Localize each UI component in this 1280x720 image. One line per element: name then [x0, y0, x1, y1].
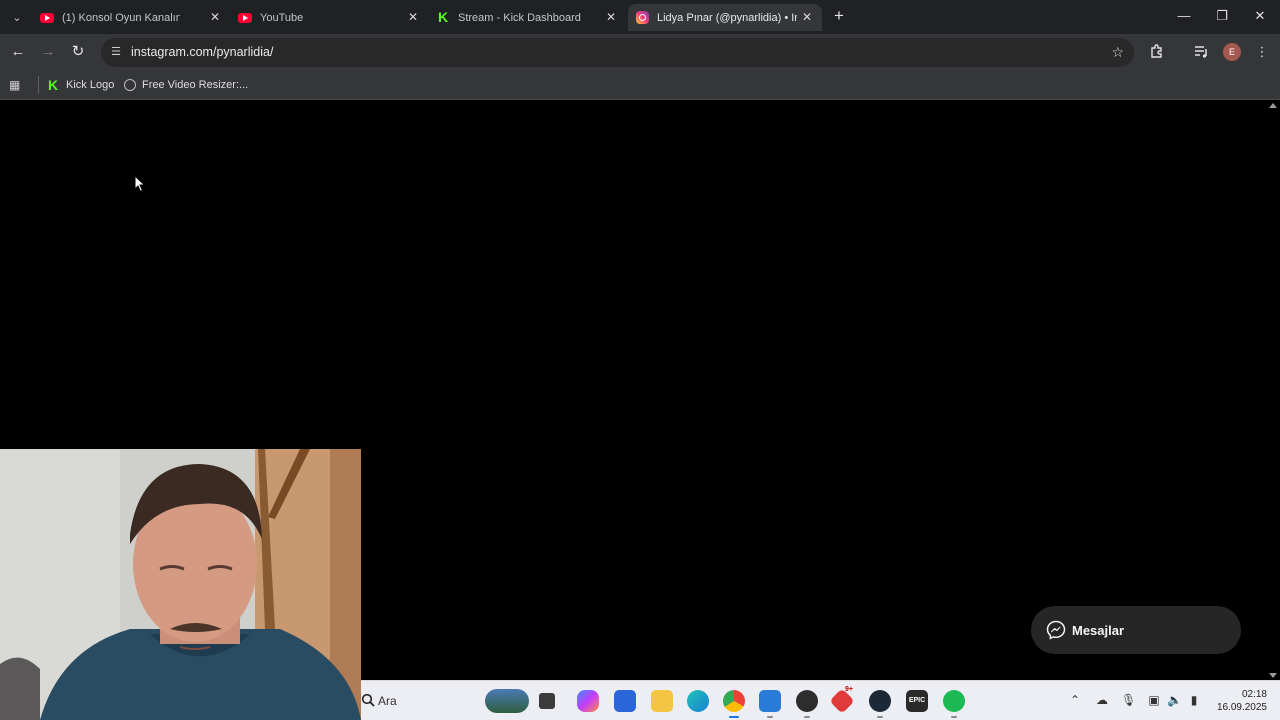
kick-icon: K: [438, 9, 449, 25]
cloud-icon[interactable]: ☁: [1095, 693, 1109, 707]
address-bar[interactable]: ☰ instagram.com/pynarlidia/ ☆: [101, 38, 1134, 67]
chevron-down-icon: ⌄: [12, 11, 22, 24]
search-icon[interactable]: [361, 693, 375, 707]
taskbar-clock[interactable]: 02:18 16.09.2025: [1211, 688, 1267, 714]
profile-avatar[interactable]: E: [1223, 43, 1241, 61]
running-app-indicator: [951, 716, 957, 718]
site-settings-icon[interactable]: ☰: [109, 45, 123, 59]
chrome-icon[interactable]: [723, 690, 745, 718]
running-app-indicator: [767, 716, 773, 718]
running-app-indicator: [877, 716, 883, 718]
bookmark-label: Free Video Resizer:...: [142, 79, 249, 91]
tab-instagram[interactable]: Lidya Pınar (@pynarlidia) • Insta ✕: [628, 4, 822, 31]
menu-button[interactable]: ⋮: [1253, 43, 1271, 61]
copilot-icon[interactable]: [577, 690, 599, 712]
screen: ⌄ (1) Konsol Oyun Kanalının C ✕ YouTube …: [0, 0, 1280, 720]
edge-icon[interactable]: [687, 690, 709, 712]
windows-taskbar: Ara 9+ EPIC ⌃ ☁ 🎙 ▣ 🔈 ▮ 02:18 16.09.2025: [361, 680, 1280, 720]
tab-title: (1) Konsol Oyun Kanalının C: [62, 11, 180, 24]
clock-date: 16.09.2025: [1216, 702, 1267, 713]
bookmark-label: Kick Logo: [66, 79, 115, 91]
forward-button[interactable]: →: [38, 42, 58, 62]
back-button[interactable]: ←: [8, 42, 28, 62]
network-icon[interactable]: ▣: [1147, 693, 1161, 707]
microphone-icon[interactable]: 🎙: [1121, 693, 1136, 707]
globe-icon: [124, 79, 136, 91]
restore-button[interactable]: ❐: [1212, 7, 1232, 25]
webcam-feed-image: [0, 449, 361, 720]
monitor-app-icon[interactable]: [759, 690, 781, 718]
steam-icon[interactable]: [869, 690, 891, 718]
store-icon[interactable]: [614, 690, 636, 712]
extensions-button[interactable]: [1148, 43, 1166, 61]
widgets-weather-icon[interactable]: [485, 689, 529, 713]
active-app-indicator: [729, 716, 739, 718]
arrow-right-icon: →: [40, 43, 56, 60]
tab-title: YouTube: [260, 11, 304, 24]
playlist-icon: [1195, 46, 1207, 58]
bookmarks-divider: [38, 76, 39, 94]
instagram-icon: [636, 11, 649, 24]
restore-icon: ❐: [1216, 8, 1228, 23]
clock-time: 02:18: [1241, 689, 1267, 700]
close-icon[interactable]: ✕: [406, 10, 420, 24]
youtube-icon: [238, 12, 252, 23]
notification-badge: 9+: [845, 686, 853, 693]
running-app-indicator: [804, 716, 810, 718]
scroll-up-icon[interactable]: [1269, 103, 1277, 108]
media-controls-button[interactable]: [1192, 43, 1210, 61]
url-text: instagram.com/pynarlidia/: [131, 45, 274, 59]
reload-icon: ↻: [71, 43, 85, 60]
arrow-left-icon: ←: [10, 43, 26, 60]
tab-konsol-oyun[interactable]: (1) Konsol Oyun Kanalının C ✕: [34, 4, 230, 31]
puzzle-icon: [1151, 44, 1162, 58]
new-tab-button[interactable]: +: [830, 7, 848, 25]
spotify-icon[interactable]: [943, 690, 965, 718]
close-icon: ✕: [1254, 8, 1266, 23]
bookmark-kick-logo[interactable]: K Kick Logo: [48, 77, 114, 93]
minimize-icon: —: [1177, 8, 1191, 23]
bookmark-star-icon[interactable]: ☆: [1111, 44, 1124, 61]
task-view-icon[interactable]: [539, 693, 555, 709]
webcam-overlay: [0, 449, 361, 720]
tab-search-button[interactable]: ⌄: [6, 6, 28, 28]
close-icon[interactable]: ✕: [208, 10, 222, 24]
minimize-button[interactable]: —: [1174, 7, 1194, 25]
chevron-up-icon[interactable]: ⌃: [1068, 693, 1082, 707]
page-scrollbar[interactable]: [1267, 101, 1280, 680]
apps-grid-icon[interactable]: ▦: [9, 78, 23, 92]
epic-games-icon[interactable]: EPIC: [906, 690, 928, 712]
battery-icon[interactable]: ▮: [1187, 693, 1201, 707]
plus-icon: +: [834, 6, 844, 25]
reload-button[interactable]: ↻: [68, 42, 88, 62]
tab-title: Lidya Pınar (@pynarlidia) • Insta: [657, 11, 797, 24]
close-window-button[interactable]: ✕: [1250, 7, 1270, 25]
messenger-icon: [1046, 620, 1066, 640]
messages-button[interactable]: Mesajlar: [1031, 606, 1241, 654]
youtube-icon: [40, 12, 54, 23]
volume-icon[interactable]: 🔈: [1167, 693, 1182, 707]
obs-icon[interactable]: [796, 690, 818, 718]
bookmark-free-video-resizer[interactable]: Free Video Resizer:...: [124, 77, 248, 93]
browser-toolbar: ← → ↻ ☰ instagram.com/pynarlidia/ ☆ E ⋮: [0, 34, 1280, 70]
file-explorer-icon[interactable]: [651, 690, 673, 712]
tab-youtube[interactable]: YouTube ✕: [232, 4, 428, 31]
close-icon[interactable]: ✕: [800, 10, 814, 24]
taskbar-search-label[interactable]: Ara: [378, 694, 397, 708]
more-vertical-icon: ⋮: [1255, 44, 1269, 59]
tab-title: Stream - Kick Dashboard: [458, 11, 581, 24]
bookmarks-bar: ▦ K Kick Logo Free Video Resizer:...: [0, 70, 1280, 100]
tab-strip: ⌄ (1) Konsol Oyun Kanalının C ✕ YouTube …: [0, 0, 1280, 34]
kick-icon: K: [48, 76, 59, 93]
mouse-cursor-icon: [134, 175, 146, 193]
messages-label: Mesajlar: [1072, 623, 1125, 638]
scroll-down-icon[interactable]: [1269, 673, 1277, 678]
tab-kick-dashboard[interactable]: K Stream - Kick Dashboard ✕: [430, 4, 626, 31]
close-icon[interactable]: ✕: [604, 10, 618, 24]
